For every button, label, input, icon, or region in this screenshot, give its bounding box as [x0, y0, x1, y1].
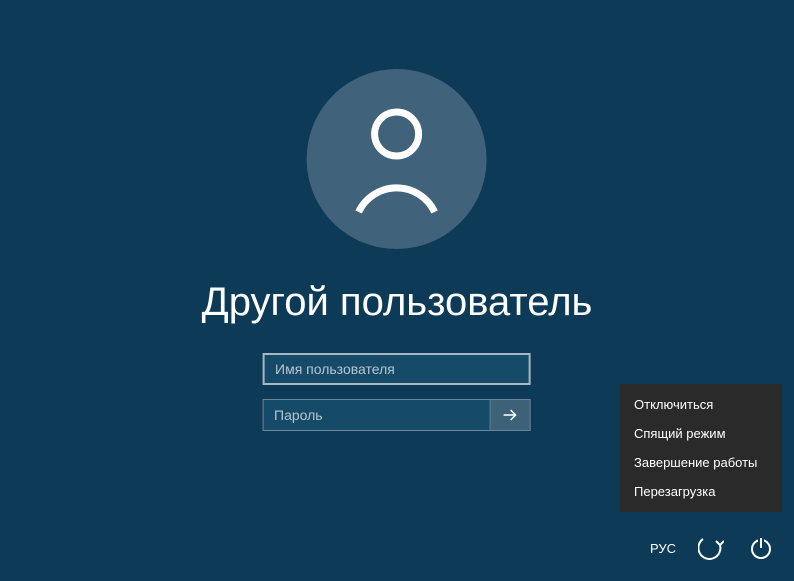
login-form	[263, 353, 531, 431]
ease-of-access-button[interactable]	[696, 533, 726, 563]
power-menu-item-sleep[interactable]: Спящий режим	[620, 419, 782, 448]
login-panel: Другой пользователь	[202, 69, 593, 431]
password-input[interactable]	[263, 399, 491, 431]
bottom-bar: РУС	[650, 533, 776, 563]
arrow-right-icon	[501, 405, 521, 425]
password-wrap	[263, 399, 531, 431]
ease-of-access-icon	[698, 535, 724, 561]
submit-button[interactable]	[491, 399, 531, 431]
username-wrap	[263, 353, 531, 385]
power-icon	[749, 536, 773, 560]
avatar	[307, 69, 487, 249]
power-menu-item-disconnect[interactable]: Отключиться	[620, 390, 782, 419]
page-title: Другой пользователь	[202, 277, 593, 327]
language-indicator[interactable]: РУС	[650, 541, 676, 556]
user-icon	[347, 104, 447, 214]
power-menu: Отключиться Спящий режим Завершение рабо…	[620, 384, 782, 512]
power-menu-item-shutdown[interactable]: Завершение работы	[620, 448, 782, 477]
username-input[interactable]	[263, 353, 531, 385]
power-button[interactable]	[746, 533, 776, 563]
power-menu-item-restart[interactable]: Перезагрузка	[620, 477, 782, 506]
